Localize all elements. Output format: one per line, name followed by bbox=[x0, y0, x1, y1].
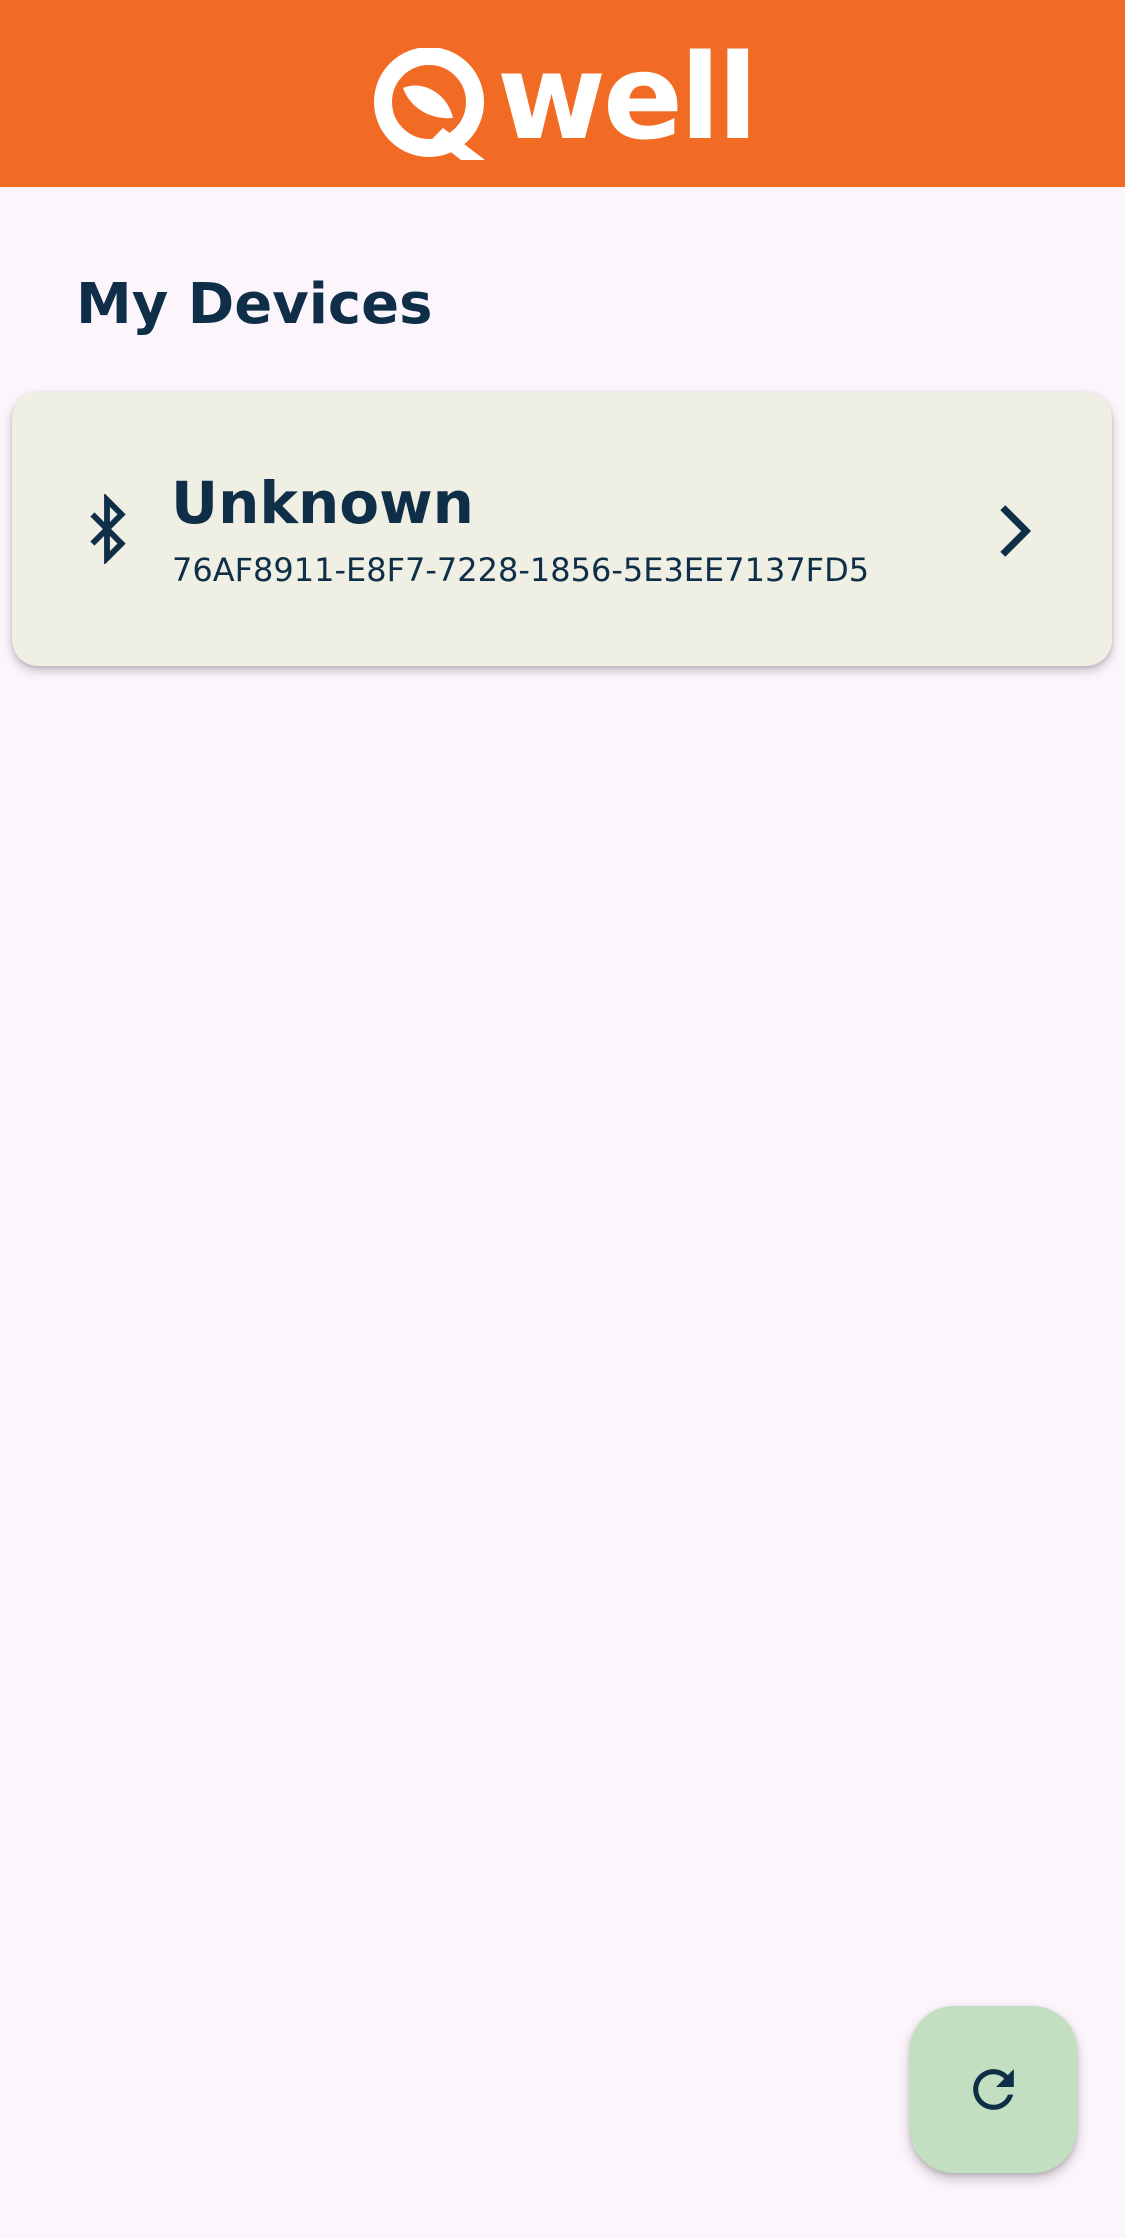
device-name: Unknown bbox=[171, 469, 474, 537]
refresh-icon bbox=[973, 2069, 1014, 2110]
page-title: My Devices bbox=[76, 272, 433, 337]
qwell-logo: well bbox=[373, 38, 758, 164]
refresh-button[interactable] bbox=[910, 2006, 1077, 2173]
bluetooth-icon bbox=[90, 494, 126, 564]
chevron-right-icon bbox=[1000, 505, 1032, 557]
device-id: 76AF8911-E8F7-7228-1856-5E3EE7137FD5 bbox=[172, 551, 870, 589]
qwell-logo-icon bbox=[374, 48, 485, 160]
device-card[interactable]: Unknown 76AF8911-E8F7-7228-1856-5E3EE713… bbox=[12, 392, 1112, 666]
logo-wordmark: well bbox=[497, 28, 758, 166]
app-bar: well bbox=[0, 0, 1125, 187]
